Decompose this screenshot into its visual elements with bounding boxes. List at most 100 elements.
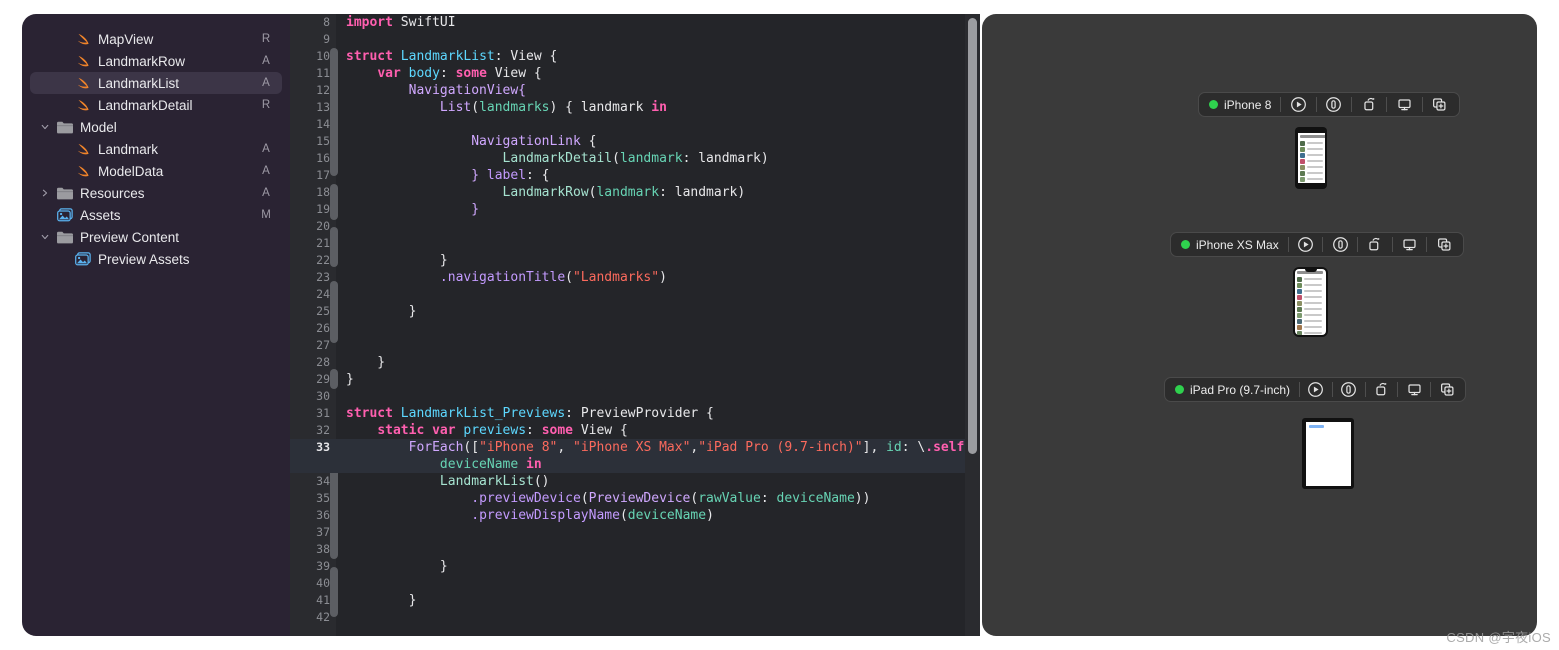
code-line[interactable]: 19 } [290,201,980,218]
inspect-preview-icon[interactable] [1317,93,1351,116]
code-line-text[interactable]: import SwiftUI [330,14,980,31]
code-line[interactable]: 8 import SwiftUI [290,14,980,31]
preview-canvas[interactable]: iPhone 8 iPhone XS Max iPad Pro (9.7-inch) [982,14,1537,636]
source-code-editor[interactable]: 8 import SwiftUI 9 10 struct LandmarkList: V… [290,14,980,636]
chevron-down-icon[interactable] [39,233,51,241]
code-line[interactable]: 20 [290,218,980,235]
code-line-text[interactable] [330,524,980,541]
code-line[interactable]: 32 static var previews: some View { [290,422,980,439]
code-line[interactable]: 30 [290,388,980,405]
editor-scrollbar-thumb[interactable] [968,18,977,454]
code-line-text[interactable]: .previewDisplayName(deviceName) [330,507,980,524]
code-line[interactable]: 22 } [290,252,980,269]
duplicate-shape-icon[interactable] [1366,378,1398,401]
code-line-text[interactable] [330,337,980,354]
code-line-text[interactable]: } [330,303,980,320]
add-preview-icon[interactable] [1431,378,1463,401]
code-line-text[interactable] [330,575,980,592]
code-line-text[interactable]: NavigationLink { [330,133,980,150]
code-line[interactable]: 34 LandmarkList() [290,473,980,490]
play-preview-icon[interactable] [1289,233,1323,256]
inspect-preview-icon[interactable] [1333,378,1365,401]
code-line-text[interactable] [330,218,980,235]
preview-device-name-chip[interactable]: iPad Pro (9.7-inch) [1167,383,1299,397]
code-line-text[interactable]: LandmarkList() [330,473,980,490]
code-line-text[interactable]: } [330,371,980,388]
code-line[interactable]: 9 [290,31,980,48]
code-line-text[interactable]: } label: { [330,167,980,184]
preview-screen[interactable] [1297,133,1325,183]
code-line[interactable]: 23 .navigationTitle("Landmarks") [290,269,980,286]
chevron-right-icon[interactable] [39,189,51,197]
preview-device-ipad-pro-97[interactable] [1302,418,1354,489]
code-line-text[interactable] [330,31,980,48]
code-line-text[interactable]: var body: some View { [330,65,980,82]
sidebar-item-landmark[interactable]: Landmark A [30,138,282,160]
preview-device-name-chip[interactable]: iPhone XS Max [1173,238,1288,252]
sidebar-item-landmarklist[interactable]: LandmarkList A [30,72,282,94]
code-line[interactable]: 18 LandmarkRow(landmark: landmark) [290,184,980,201]
code-line[interactable]: 24 [290,286,980,303]
code-line[interactable]: 16 LandmarkDetail(landmark: landmark) [290,150,980,167]
preview-on-device-icon[interactable] [1387,93,1421,116]
editor-scrollbar-track[interactable] [965,14,980,636]
code-line-text[interactable]: NavigationView{ [330,82,980,99]
code-line-text[interactable]: static var previews: some View { [330,422,980,439]
code-line-text[interactable] [330,116,980,133]
code-line[interactable]: 10 struct LandmarkList: View { [290,48,980,65]
code-line[interactable]: 29} [290,371,980,388]
preview-device-iphone-xs-max[interactable] [1293,267,1328,337]
code-line-text[interactable]: .previewDevice(PreviewDevice(rawValue: d… [330,490,980,507]
preview-on-device-icon[interactable] [1393,233,1427,256]
play-preview-icon[interactable] [1281,93,1315,116]
code-line-text[interactable] [330,388,980,405]
code-line-text[interactable]: } [330,558,980,575]
code-line-text[interactable]: } [330,252,980,269]
code-line[interactable]: 40 [290,575,980,592]
code-line-text[interactable]: struct LandmarkList: View { [330,48,980,65]
code-line[interactable]: 12 NavigationView{ [290,82,980,99]
code-line[interactable]: 21 [290,235,980,252]
duplicate-shape-icon[interactable] [1358,233,1392,256]
code-line[interactable]: 39 } [290,558,980,575]
code-line-text[interactable]: LandmarkRow(landmark: landmark) [330,184,980,201]
code-line[interactable]: 25 } [290,303,980,320]
code-line[interactable]: 36 .previewDisplayName(deviceName) [290,507,980,524]
code-line-text[interactable] [330,320,980,337]
sidebar-item-model[interactable]: Model [30,116,282,138]
add-preview-icon[interactable] [1423,93,1457,116]
preview-toolbar-iphone-8[interactable]: iPhone 8 [1198,92,1460,117]
code-line-text[interactable] [330,541,980,558]
sidebar-item-landmarkrow[interactable]: LandmarkRow A [30,50,282,72]
code-line-text[interactable]: .navigationTitle("Landmarks") [330,269,980,286]
code-line[interactable]: 41 } [290,592,980,609]
code-line-text[interactable]: } [330,354,980,371]
code-lines-container[interactable]: 8 import SwiftUI 9 10 struct LandmarkList: V… [290,14,980,636]
chevron-down-icon[interactable] [39,123,51,131]
code-line-text[interactable]: } [330,592,980,609]
code-line[interactable]: 31 struct LandmarkList_Previews: PreviewP… [290,405,980,422]
preview-toolbar-ipad-pro-97[interactable]: iPad Pro (9.7-inch) [1164,377,1466,402]
code-line[interactable]: 35 .previewDevice(PreviewDevice(rawValue… [290,490,980,507]
duplicate-shape-icon[interactable] [1352,93,1386,116]
code-line-text[interactable] [330,235,980,252]
code-line[interactable]: 17 } label: { [290,167,980,184]
sidebar-item-mapview[interactable]: MapView R [30,28,282,50]
code-line-text[interactable]: struct LandmarkList_Previews: PreviewPro… [330,405,980,422]
code-line-text[interactable] [330,286,980,303]
sidebar-item-preview-assets[interactable]: Preview Assets [30,248,282,270]
sidebar-item-landmarkdetail[interactable]: LandmarkDetail R [30,94,282,116]
preview-screen[interactable] [1295,269,1326,335]
code-line[interactable]: 37 [290,524,980,541]
sidebar-item-resources[interactable]: Resources A [30,182,282,204]
code-line[interactable]: 26 [290,320,980,337]
preview-on-device-icon[interactable] [1398,378,1430,401]
code-line[interactable]: 27 [290,337,980,354]
inspect-preview-icon[interactable] [1323,233,1357,256]
preview-toolbar-iphone-xs-max[interactable]: iPhone XS Max [1170,232,1464,257]
code-line[interactable]: 11 var body: some View { [290,65,980,82]
sidebar-item-preview-content[interactable]: Preview Content [30,226,282,248]
code-line[interactable]: 42 [290,609,980,626]
code-line-text[interactable]: } [330,201,980,218]
code-line[interactable]: 38 [290,541,980,558]
